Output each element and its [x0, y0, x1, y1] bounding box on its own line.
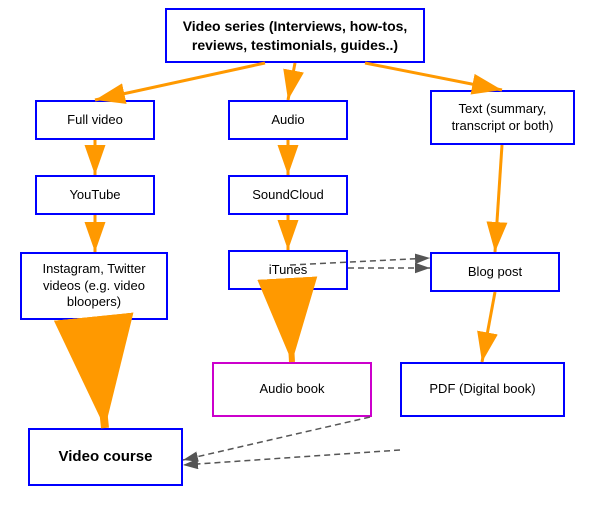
text-summary-node: Text (summary, transcript or both)	[430, 90, 575, 145]
blog-post-node: Blog post	[430, 252, 560, 292]
pdf-book-node: PDF (Digital book)	[400, 362, 565, 417]
youtube-node: YouTube	[35, 175, 155, 215]
audio-book-node: Audio book	[212, 362, 372, 417]
full-video-node: Full video	[35, 100, 155, 140]
video-series-node: Video series (Interviews, how-tos, revie…	[165, 8, 425, 63]
instagram-twitter-node: Instagram, Twitter videos (e.g. video bl…	[20, 252, 168, 320]
audio-node: Audio	[228, 100, 348, 140]
video-course-node: Video course	[28, 428, 183, 486]
soundcloud-node: SoundCloud	[228, 175, 348, 215]
itunes-node: iTunes	[228, 250, 348, 290]
